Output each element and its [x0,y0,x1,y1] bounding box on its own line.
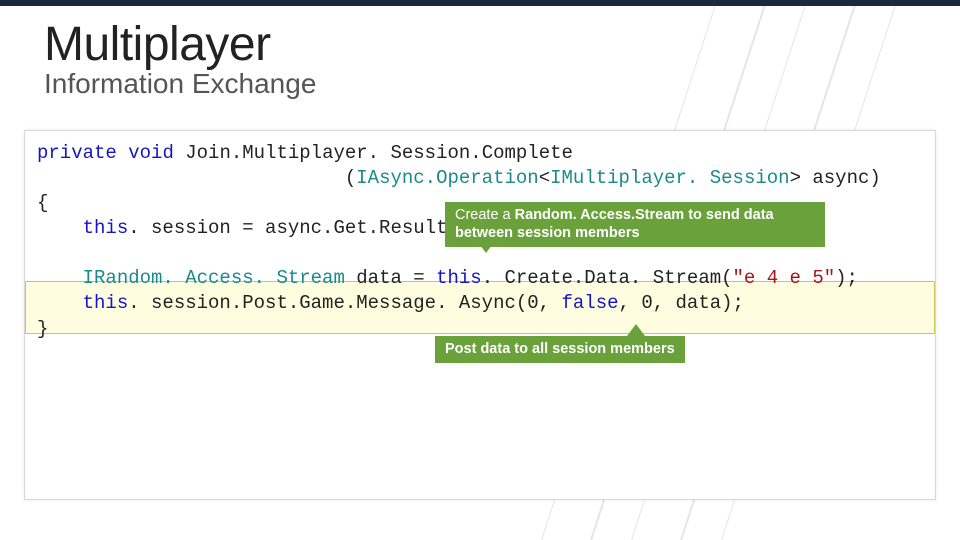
page-title: Multiplayer [44,20,960,70]
type-irandom: IRandom. Access. Stream [83,267,345,289]
code-panel: private void Join.Multiplayer. Session.C… [24,130,936,500]
kw-private: private [37,142,117,164]
kw-void: void [128,142,174,164]
kw-this-1: this [83,217,129,239]
callout-post-data: Post data to all session members [435,336,685,363]
callout-arrow-2 [627,324,645,336]
string-literal: "e 4 e 5" [733,267,836,289]
page-subtitle: Information Exchange [44,68,960,100]
slide-header: Multiplayer Information Exchange [0,6,960,100]
type-iasync: IAsync.Operation [356,167,538,189]
type-imultiplayer: IMultiplayer. Session [550,167,789,189]
kw-this-3: this [83,292,129,314]
kw-false: false [562,292,619,314]
kw-this-2: this [436,267,482,289]
callout-create-stream: Create a Random. Access.Stream to send d… [445,202,825,247]
